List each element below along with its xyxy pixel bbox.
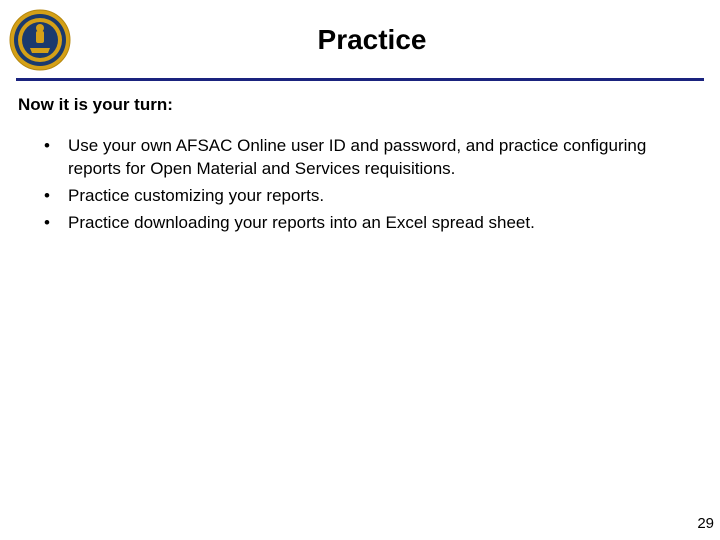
page-number: 29	[697, 515, 714, 532]
bullet-list: Use your own AFSAC Online user ID and pa…	[0, 135, 720, 235]
slide-title: Practice	[40, 24, 704, 56]
header-divider	[16, 78, 704, 81]
list-item: Practice downloading your reports into a…	[50, 212, 700, 235]
subheading: Now it is your turn:	[0, 95, 720, 115]
list-item: Practice customizing your reports.	[50, 185, 700, 208]
slide-header: Practice	[0, 0, 720, 72]
list-item: Use your own AFSAC Online user ID and pa…	[50, 135, 700, 181]
